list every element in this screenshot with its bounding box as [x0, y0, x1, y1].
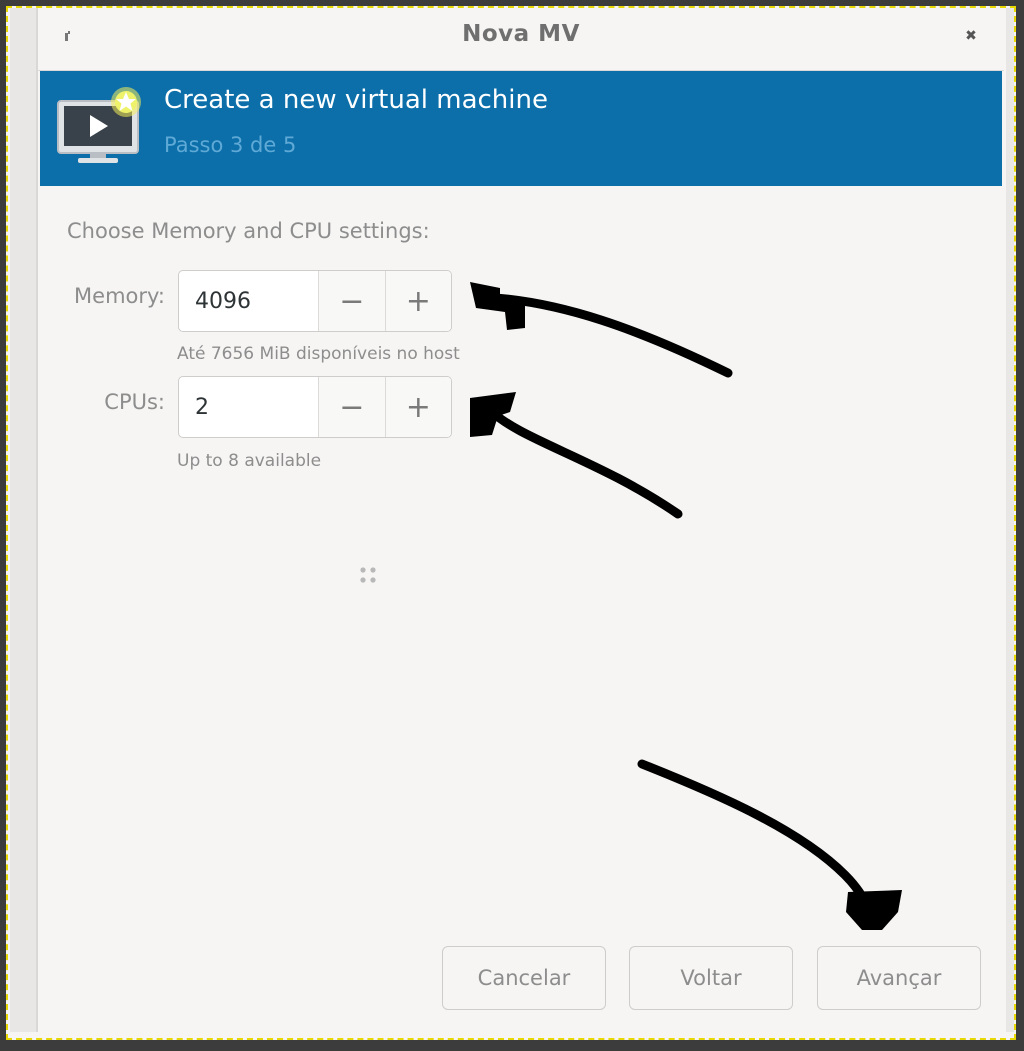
cpus-hint: Up to 8 available	[177, 451, 322, 471]
memory-spinner: 4096 − +	[178, 270, 452, 332]
new-vm-dialog: Nova MV ✖ Create a new virtual machine P…	[36, 8, 1006, 1032]
step-indicator: Passo 3 de 5	[164, 133, 297, 157]
section-title: Choose Memory and CPU settings:	[67, 219, 430, 243]
back-button[interactable]: Voltar	[629, 946, 793, 1010]
cpus-label: CPUs:	[104, 390, 165, 414]
memory-decrement-button[interactable]: −	[318, 271, 385, 331]
background-window-edge	[10, 8, 36, 1032]
cancel-button[interactable]: Cancelar	[442, 946, 606, 1010]
banner-title: Create a new virtual machine	[164, 85, 548, 115]
cpus-decrement-button[interactable]: −	[318, 377, 385, 437]
cpus-increment-button[interactable]: +	[384, 377, 451, 437]
memory-label: Memory:	[74, 284, 165, 308]
window-title: Nova MV	[462, 21, 580, 47]
next-button[interactable]: Avançar	[817, 946, 981, 1010]
close-icon[interactable]: ✖	[964, 29, 978, 43]
cpus-spinner: 2 − +	[178, 376, 452, 438]
cpus-input[interactable]: 2	[179, 377, 318, 437]
memory-input[interactable]: 4096	[179, 271, 318, 331]
memory-increment-button[interactable]: +	[384, 271, 451, 331]
titlebar: Nova MV ✖	[38, 8, 1004, 71]
memory-hint: Até 7656 MiB disponíveis no host	[177, 344, 460, 364]
vm-monitor-new-icon	[57, 87, 141, 163]
drag-handle-icon	[360, 567, 376, 583]
wizard-banner: Create a new virtual machine Passo 3 de …	[40, 71, 1002, 186]
